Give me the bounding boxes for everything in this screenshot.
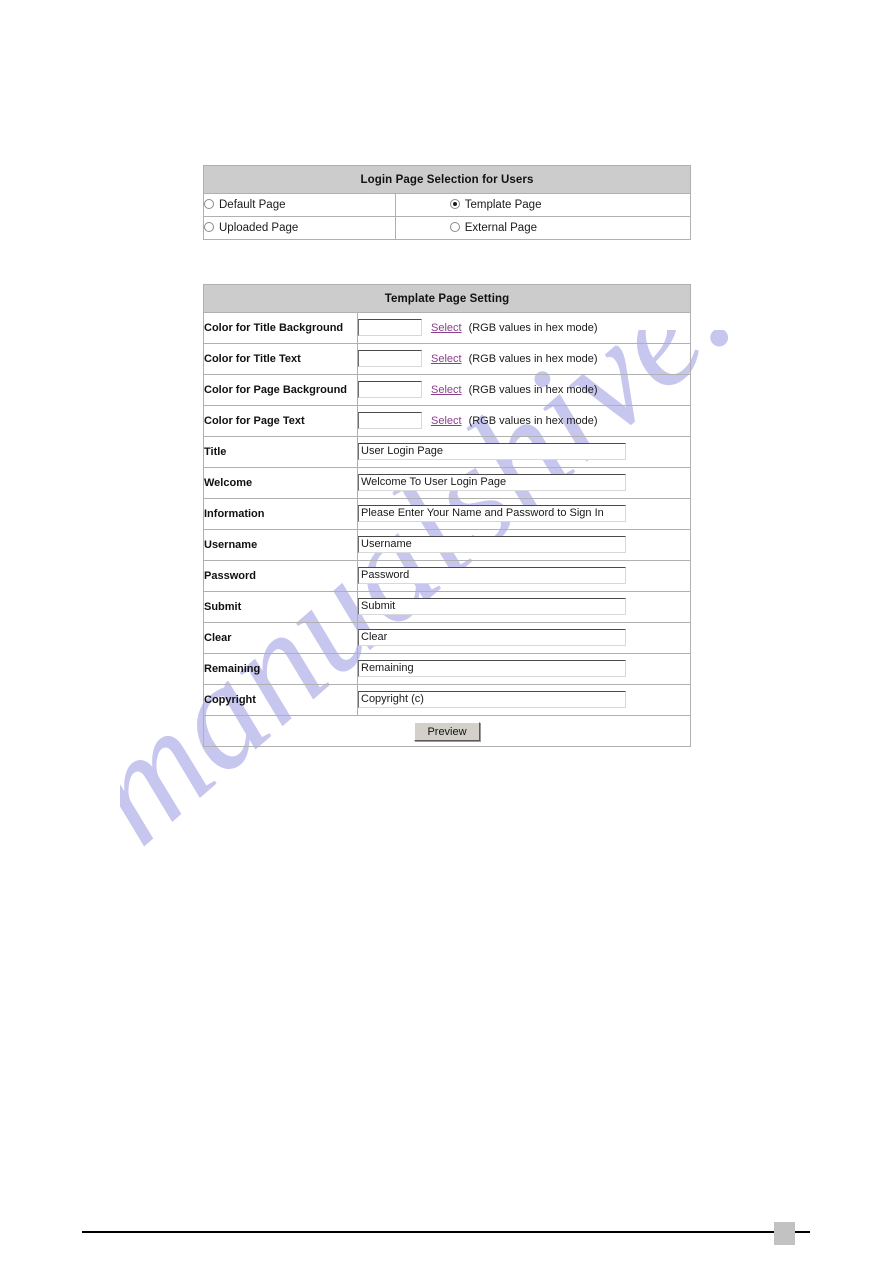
label-copyright: Copyright: [203, 684, 358, 716]
login-page-selection-panel: Login Page Selection for Users Default P…: [203, 165, 692, 240]
radio-option-external-page[interactable]: External Page: [395, 216, 692, 240]
radio-row: Uploaded Page External Page: [203, 216, 692, 240]
table-row: Color for Page Background Select (RGB val…: [203, 374, 691, 406]
value-color-title-background: Select (RGB values in hex mode): [357, 312, 691, 344]
panel-header-row: Login Page Selection for Users: [203, 165, 691, 194]
table-row: Remaining Remaining: [203, 653, 691, 685]
value-password: Password: [357, 560, 691, 592]
table-row: Password Password: [203, 560, 691, 592]
hint-page-background: (RGB values in hex mode): [468, 383, 598, 396]
table-row: Clear Clear: [203, 622, 691, 654]
page-number-placeholder: [774, 1222, 795, 1245]
input-copyright[interactable]: Copyright (c): [358, 691, 626, 709]
radio-option-template-page[interactable]: Template Page: [395, 193, 692, 217]
input-username[interactable]: Username: [358, 536, 626, 554]
label-username: Username: [203, 529, 358, 561]
table-row: Color for Title Text Select (RGB values i…: [203, 343, 691, 375]
input-color-page-text[interactable]: [358, 412, 422, 430]
label-color-page-text: Color for Page Text: [203, 405, 358, 437]
hint-page-text: (RGB values in hex mode): [468, 414, 598, 427]
panel-header-row: Template Page Setting: [203, 284, 691, 313]
value-information: Please Enter Your Name and Password to S…: [357, 498, 691, 530]
value-remaining: Remaining: [357, 653, 691, 685]
label-remaining: Remaining: [203, 653, 358, 685]
hint-title-background: (RGB values in hex mode): [468, 321, 598, 334]
radio-label-external-page: External Page: [464, 222, 537, 234]
document-page: Login Page Selection for Users Default P…: [0, 0, 893, 1263]
input-welcome[interactable]: Welcome To User Login Page: [358, 474, 626, 492]
preview-cell: Preview: [203, 715, 691, 747]
radio-row: Default Page Template Page: [203, 193, 692, 217]
label-color-title-background: Color for Title Background: [203, 312, 358, 344]
input-submit[interactable]: Submit: [358, 598, 626, 616]
table-row: Submit Submit: [203, 591, 691, 623]
input-remaining[interactable]: Remaining: [358, 660, 626, 678]
input-password[interactable]: Password: [358, 567, 626, 585]
value-color-page-text: Select (RGB values in hex mode): [357, 405, 691, 437]
radio-icon-external-page[interactable]: [449, 222, 460, 232]
label-password: Password: [203, 560, 358, 592]
select-link-title-text[interactable]: Select: [431, 353, 462, 365]
table-row: Color for Title Background Select (RGB va…: [203, 312, 691, 344]
footer-divider: [82, 1231, 810, 1233]
preview-button[interactable]: Preview: [414, 721, 480, 741]
table-row: Title User Login Page: [203, 436, 691, 468]
table-row: Welcome Welcome To User Login Page: [203, 467, 691, 499]
value-username: Username: [357, 529, 691, 561]
input-information[interactable]: Please Enter Your Name and Password to S…: [358, 505, 626, 523]
value-clear: Clear: [357, 622, 691, 654]
radio-option-uploaded-page[interactable]: Uploaded Page: [203, 216, 396, 240]
radio-icon-default-page[interactable]: [204, 199, 214, 209]
value-color-page-background: Select (RGB values in hex mode): [357, 374, 691, 406]
value-welcome: Welcome To User Login Page: [357, 467, 691, 499]
preview-row: Preview: [203, 715, 691, 747]
label-color-title-text: Color for Title Text: [203, 343, 358, 375]
radio-icon-template-page[interactable]: [449, 199, 460, 209]
radio-option-default-page[interactable]: Default Page: [203, 193, 396, 217]
input-color-title-text[interactable]: [358, 350, 422, 368]
label-information: Information: [203, 498, 358, 530]
select-link-page-text[interactable]: Select: [431, 415, 462, 427]
input-color-page-background[interactable]: [358, 381, 422, 399]
select-link-page-background[interactable]: Select: [431, 384, 462, 396]
label-clear: Clear: [203, 622, 358, 654]
radio-label-template-page: Template Page: [464, 199, 542, 211]
value-color-title-text: Select (RGB values in hex mode): [357, 343, 691, 375]
radio-icon-uploaded-page[interactable]: [204, 222, 214, 232]
input-color-title-background[interactable]: [358, 319, 422, 337]
hint-title-text: (RGB values in hex mode): [468, 352, 598, 365]
table-row: Information Please Enter Your Name and P…: [203, 498, 691, 530]
label-welcome: Welcome: [203, 467, 358, 499]
label-submit: Submit: [203, 591, 358, 623]
select-link-title-background[interactable]: Select: [431, 322, 462, 334]
input-clear[interactable]: Clear: [358, 629, 626, 647]
template-setting-header: Template Page Setting: [203, 284, 691, 313]
template-page-setting-panel: Template Page Setting Color for Title Ba…: [203, 284, 691, 747]
label-title: Title: [203, 436, 358, 468]
login-selection-header: Login Page Selection for Users: [203, 165, 691, 194]
value-submit: Submit: [357, 591, 691, 623]
input-title[interactable]: User Login Page: [358, 443, 626, 461]
radio-label-default-page: Default Page: [219, 199, 286, 211]
table-row: Username Username: [203, 529, 691, 561]
value-title: User Login Page: [357, 436, 691, 468]
label-color-page-background: Color for Page Background: [203, 374, 358, 406]
value-copyright: Copyright (c): [357, 684, 691, 716]
table-row: Copyright Copyright (c): [203, 684, 691, 716]
radio-label-uploaded-page: Uploaded Page: [219, 222, 299, 234]
table-row: Color for Page Text Select (RGB values in…: [203, 405, 691, 437]
